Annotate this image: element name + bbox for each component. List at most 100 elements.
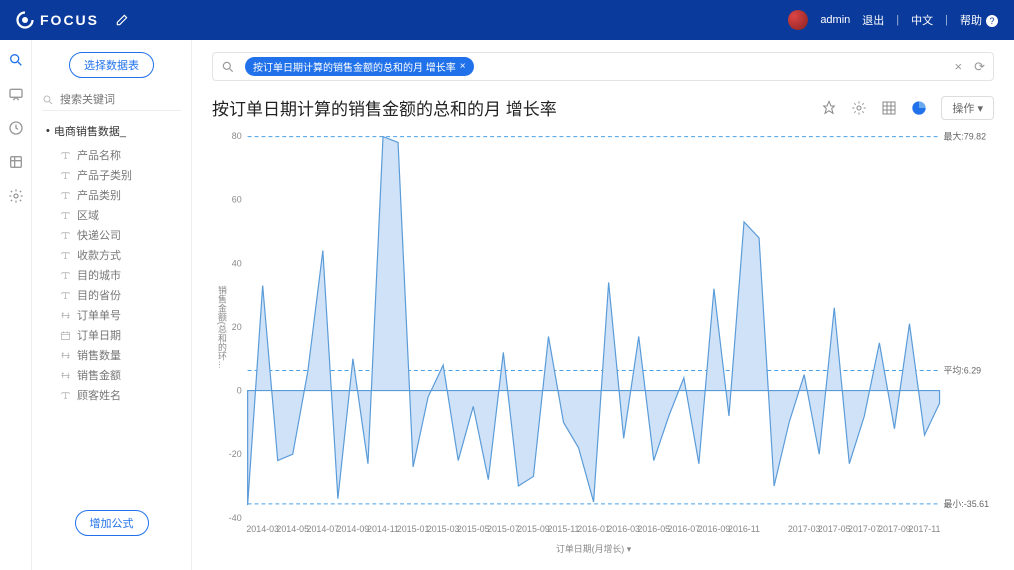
chart-area[interactable]: -40 -20 0 20 40 60 80 最大:79.82 平均:6.29 最小:-35.61 2…	[212, 126, 994, 558]
field-item[interactable]: 销售数量	[60, 345, 181, 365]
field-item[interactable]: 目的省份	[60, 285, 181, 305]
field-item[interactable]: 产品子类别	[60, 165, 181, 185]
gear-icon[interactable]	[851, 100, 867, 116]
svg-text:2015-11: 2015-11	[548, 524, 580, 534]
field-label: 目的省份	[77, 287, 121, 303]
logo-icon	[16, 11, 34, 29]
clear-query-icon[interactable]: ×	[955, 59, 963, 75]
svg-text:最小:-35.61: 最小:-35.61	[944, 499, 990, 509]
svg-text:2014-07: 2014-07	[307, 524, 340, 534]
field-item[interactable]: 收款方式	[60, 245, 181, 265]
svg-text:2017-09: 2017-09	[878, 524, 911, 534]
search-icon	[221, 60, 235, 74]
svg-text:2014-09: 2014-09	[337, 524, 370, 534]
field-tree: •电商销售数据_ 产品名称产品子类别产品类别区域快递公司收款方式目的城市目的省份…	[42, 123, 181, 405]
svg-text:-40: -40	[229, 513, 242, 523]
app-header: FOCUS admin 退出 | 中文 | 帮助?	[0, 0, 1014, 40]
sidebar: 选择数据表 •电商销售数据_ 产品名称产品子类别产品类别区域快递公司收款方式目的…	[32, 40, 192, 570]
field-item[interactable]: 销售金额	[60, 365, 181, 385]
field-item[interactable]: 顾客姓名	[60, 385, 181, 405]
main-panel: 按订单日期计算的销售金额的总和的月 增长率× × ⟳ 按订单日期计算的销售金额的…	[192, 40, 1014, 570]
field-label: 产品子类别	[77, 167, 132, 183]
query-bar[interactable]: 按订单日期计算的销售金额的总和的月 增长率× × ⟳	[212, 52, 994, 81]
field-item[interactable]: 产品名称	[60, 145, 181, 165]
svg-text:2014-05: 2014-05	[276, 524, 309, 534]
svg-text:2016-01: 2016-01	[577, 524, 610, 534]
svg-text:2017-11: 2017-11	[909, 524, 941, 534]
field-label: 销售金额	[77, 367, 121, 383]
field-search-wrap	[42, 90, 181, 111]
svg-text:80: 80	[232, 131, 242, 141]
refresh-icon[interactable]: ⟳	[974, 59, 985, 75]
svg-text:2015-07: 2015-07	[487, 524, 520, 534]
nav-rail	[0, 40, 32, 570]
field-label: 订单日期	[77, 327, 121, 343]
svg-text:2017-07: 2017-07	[848, 524, 881, 534]
svg-text:0: 0	[237, 386, 242, 396]
pin-icon[interactable]	[821, 100, 837, 116]
field-label: 顾客姓名	[77, 387, 121, 403]
brand-logo: FOCUS	[16, 11, 99, 29]
svg-text:2016-11: 2016-11	[728, 524, 760, 534]
svg-text:2016-09: 2016-09	[698, 524, 731, 534]
svg-text:2016-05: 2016-05	[637, 524, 670, 534]
title-actions: 操作 ▾	[821, 96, 994, 120]
svg-text:60: 60	[232, 195, 242, 205]
page-title: 按订单日期计算的销售金额的总和的月 增长率	[212, 95, 557, 120]
operate-button[interactable]: 操作 ▾	[941, 96, 994, 120]
svg-text:最大:79.82: 最大:79.82	[944, 131, 987, 142]
svg-text:平均:6.29: 平均:6.29	[944, 364, 982, 375]
field-label: 目的城市	[77, 267, 121, 283]
field-label: 区域	[77, 207, 99, 223]
settings-icon[interactable]	[8, 188, 24, 204]
pie-chart-icon[interactable]	[911, 100, 927, 116]
logout-link[interactable]: 退出	[862, 12, 884, 28]
svg-text:40: 40	[232, 258, 242, 268]
search-icon[interactable]	[8, 52, 24, 68]
table-icon[interactable]	[881, 100, 897, 116]
lang-link[interactable]: 中文	[911, 12, 933, 28]
username[interactable]: admin	[820, 14, 850, 26]
field-item[interactable]: 订单日期	[60, 325, 181, 345]
svg-text:销售金额(总和的环...: 销售金额(总和的环...	[217, 284, 227, 368]
history-icon[interactable]	[8, 120, 24, 136]
svg-text:2014-03: 2014-03	[246, 524, 279, 534]
field-label: 订单单号	[77, 307, 121, 323]
svg-text:2016-03: 2016-03	[607, 524, 640, 534]
field-label: 快递公司	[77, 227, 121, 243]
chat-icon[interactable]	[8, 86, 24, 102]
svg-text:2015-03: 2015-03	[427, 524, 460, 534]
svg-text:订单日期(月增长) ▾: 订单日期(月增长) ▾	[556, 543, 632, 554]
data-icon[interactable]	[8, 154, 24, 170]
field-label: 销售数量	[77, 347, 121, 363]
query-chip[interactable]: 按订单日期计算的销售金额的总和的月 增长率×	[245, 57, 474, 76]
header-right: admin 退出 | 中文 | 帮助?	[788, 10, 998, 30]
separator: |	[896, 14, 899, 26]
field-item[interactable]: 产品类别	[60, 185, 181, 205]
select-data-button[interactable]: 选择数据表	[69, 52, 154, 78]
field-label: 产品类别	[77, 187, 121, 203]
svg-text:2015-09: 2015-09	[517, 524, 550, 534]
svg-text:-20: -20	[229, 449, 242, 459]
tree-root[interactable]: •电商销售数据_	[46, 123, 181, 139]
search-icon	[42, 94, 54, 106]
field-item[interactable]: 目的城市	[60, 265, 181, 285]
field-label: 收款方式	[77, 247, 121, 263]
field-item[interactable]: 区域	[60, 205, 181, 225]
avatar[interactable]	[788, 10, 808, 30]
svg-text:2015-01: 2015-01	[397, 524, 430, 534]
help-link[interactable]: 帮助?	[960, 12, 998, 28]
svg-text:2015-05: 2015-05	[457, 524, 490, 534]
brand-text: FOCUS	[40, 12, 99, 28]
svg-text:20: 20	[232, 322, 242, 332]
header-edit-icon[interactable]	[115, 13, 129, 27]
chip-remove-icon[interactable]: ×	[460, 61, 466, 72]
field-search-input[interactable]	[42, 90, 181, 111]
separator: |	[945, 14, 948, 26]
add-formula-button[interactable]: 增加公式	[75, 510, 149, 536]
title-row: 按订单日期计算的销售金额的总和的月 增长率 操作 ▾	[212, 95, 994, 120]
svg-text:2017-03: 2017-03	[788, 524, 821, 534]
svg-text:2016-07: 2016-07	[668, 524, 701, 534]
field-item[interactable]: 快递公司	[60, 225, 181, 245]
field-item[interactable]: 订单单号	[60, 305, 181, 325]
